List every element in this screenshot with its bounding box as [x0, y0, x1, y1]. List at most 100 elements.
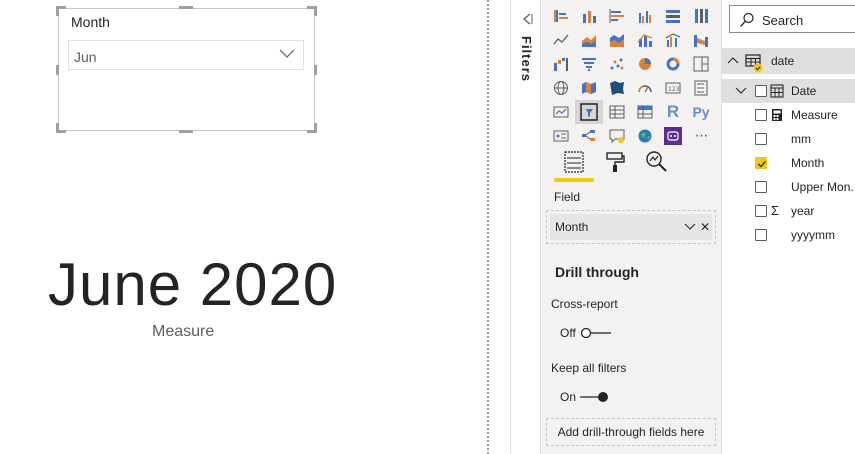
fields-pane: Search date Date Measure mm Month Upper … — [721, 0, 855, 454]
filled-map-icon[interactable] — [575, 76, 603, 100]
table-node-date[interactable]: date — [722, 48, 855, 74]
field-label: Upper Mon... — [791, 180, 855, 194]
chevron-up-icon[interactable] — [727, 56, 739, 64]
field-item-year[interactable]: Σ year — [722, 199, 855, 223]
multi-row-card-icon[interactable] — [687, 76, 715, 100]
chevron-down-icon[interactable] — [735, 87, 747, 95]
month-slicer[interactable]: Month Jun — [56, 6, 317, 133]
field-checkbox[interactable] — [755, 133, 767, 145]
more-visuals-icon[interactable]: ··· — [687, 124, 715, 148]
field-checkbox[interactable] — [755, 205, 767, 217]
resize-handle[interactable] — [179, 130, 193, 133]
100-stacked-bar-icon[interactable] — [659, 4, 687, 28]
table-name: date — [771, 54, 795, 68]
clustered-bar-icon[interactable] — [603, 4, 631, 28]
field-chip[interactable]: Month ✕ — [550, 214, 712, 240]
field-item-measure[interactable]: Measure — [722, 103, 855, 127]
pie-chart-icon[interactable] — [631, 52, 659, 76]
field-well[interactable]: Month ✕ — [546, 210, 716, 244]
canvas-boundary — [487, 0, 489, 454]
python-visual-icon[interactable]: Py — [687, 100, 715, 124]
active-tab-indicator — [554, 178, 594, 182]
field-item-upper-month[interactable]: Upper Mon... — [722, 175, 855, 199]
field-label: yyyymm — [791, 228, 835, 242]
resize-handle[interactable] — [56, 6, 59, 16]
field-checkbox[interactable] — [755, 181, 767, 193]
custom-visual-icon[interactable] — [659, 124, 687, 148]
field-item-date[interactable]: Date — [722, 79, 855, 103]
field-checkbox-checked[interactable] — [755, 157, 767, 169]
tab-analytics[interactable] — [637, 150, 677, 184]
keep-filters-toggle[interactable]: On — [560, 389, 640, 405]
line-and-clustered-column-icon[interactable] — [659, 28, 687, 52]
add-drill-through-well[interactable]: Add drill-through fields here — [546, 418, 716, 446]
search-input[interactable]: Search — [729, 5, 855, 33]
arcgis-map-icon[interactable] — [631, 124, 659, 148]
area-chart-icon[interactable] — [575, 28, 603, 52]
slicer-title: Month — [71, 14, 110, 30]
field-label: Month — [791, 156, 825, 170]
slicer-dropdown[interactable]: Jun — [68, 40, 304, 70]
resize-handle[interactable] — [56, 65, 59, 75]
field-label: Measure — [791, 108, 838, 122]
paint-roller-icon — [606, 152, 625, 172]
scatter-chart-icon[interactable] — [603, 52, 631, 76]
kpi-icon[interactable] — [547, 100, 575, 124]
field-label: Date — [791, 84, 817, 98]
visualizations-pane: 123 R Py ··· Field Month ✕ Drill through… — [540, 0, 721, 454]
shape-map-icon[interactable] — [603, 76, 631, 100]
checkmark-icon — [758, 161, 766, 168]
report-canvas[interactable]: Month Jun June 2020 Measure — [0, 0, 486, 454]
field-label: year — [791, 204, 815, 218]
clustered-column-icon[interactable] — [631, 4, 659, 28]
ribbon-chart-icon[interactable] — [687, 28, 715, 52]
resize-handle[interactable] — [56, 123, 59, 133]
cross-report-state: Off — [560, 326, 576, 340]
line-chart-icon[interactable] — [547, 28, 575, 52]
field-item-yyyymm[interactable]: yyyymm — [722, 223, 855, 247]
analytics-magnifier-icon — [646, 151, 667, 172]
matrix-visual-icon[interactable] — [631, 100, 659, 124]
field-checkbox[interactable] — [755, 85, 767, 97]
filters-pane-collapsed[interactable]: Filters — [510, 0, 540, 454]
resize-handle[interactable] — [179, 6, 193, 9]
gauge-icon[interactable] — [631, 76, 659, 100]
waterfall-icon[interactable] — [547, 52, 575, 76]
stacked-column-icon[interactable] — [575, 4, 603, 28]
filters-label[interactable]: Filters — [519, 36, 534, 82]
field-section-label: Field — [554, 190, 581, 204]
sigma-icon: Σ — [771, 203, 780, 218]
field-checkbox[interactable] — [755, 109, 767, 121]
stacked-bar-icon[interactable] — [547, 4, 575, 28]
fields-well-icon — [564, 151, 584, 173]
table-visual-icon[interactable] — [603, 100, 631, 124]
remove-field-icon[interactable]: ✕ — [700, 220, 710, 234]
donut-chart-icon[interactable] — [659, 52, 687, 76]
field-item-month[interactable]: Month — [722, 151, 855, 175]
search-icon — [740, 12, 754, 27]
map-icon[interactable] — [547, 76, 575, 100]
cross-report-toggle[interactable]: Off — [560, 325, 640, 341]
calendar-icon — [770, 84, 784, 98]
resize-handle[interactable] — [314, 123, 317, 133]
decomposition-tree-icon[interactable] — [575, 124, 603, 148]
collapse-icon[interactable] — [521, 12, 533, 26]
field-item-mm[interactable]: mm — [722, 127, 855, 151]
resize-handle[interactable] — [314, 6, 317, 16]
100-stacked-column-icon[interactable] — [687, 4, 715, 28]
treemap-icon[interactable] — [687, 52, 715, 76]
qa-visual-icon[interactable] — [603, 124, 631, 148]
resize-handle[interactable] — [314, 65, 317, 75]
stacked-area-icon[interactable] — [603, 28, 631, 52]
line-and-column-icon[interactable] — [631, 28, 659, 52]
slicer-visual-icon[interactable] — [575, 100, 603, 124]
r-visual-icon[interactable]: R — [659, 100, 687, 124]
funnel-icon[interactable] — [575, 52, 603, 76]
field-checkbox[interactable] — [755, 229, 767, 241]
keep-filters-state: On — [560, 390, 577, 404]
key-influencers-icon[interactable] — [547, 124, 575, 148]
tab-format[interactable] — [595, 150, 635, 184]
chevron-down-icon[interactable] — [684, 223, 696, 231]
card-icon[interactable]: 123 — [659, 76, 687, 100]
card-value: June 2020 — [48, 251, 338, 318]
